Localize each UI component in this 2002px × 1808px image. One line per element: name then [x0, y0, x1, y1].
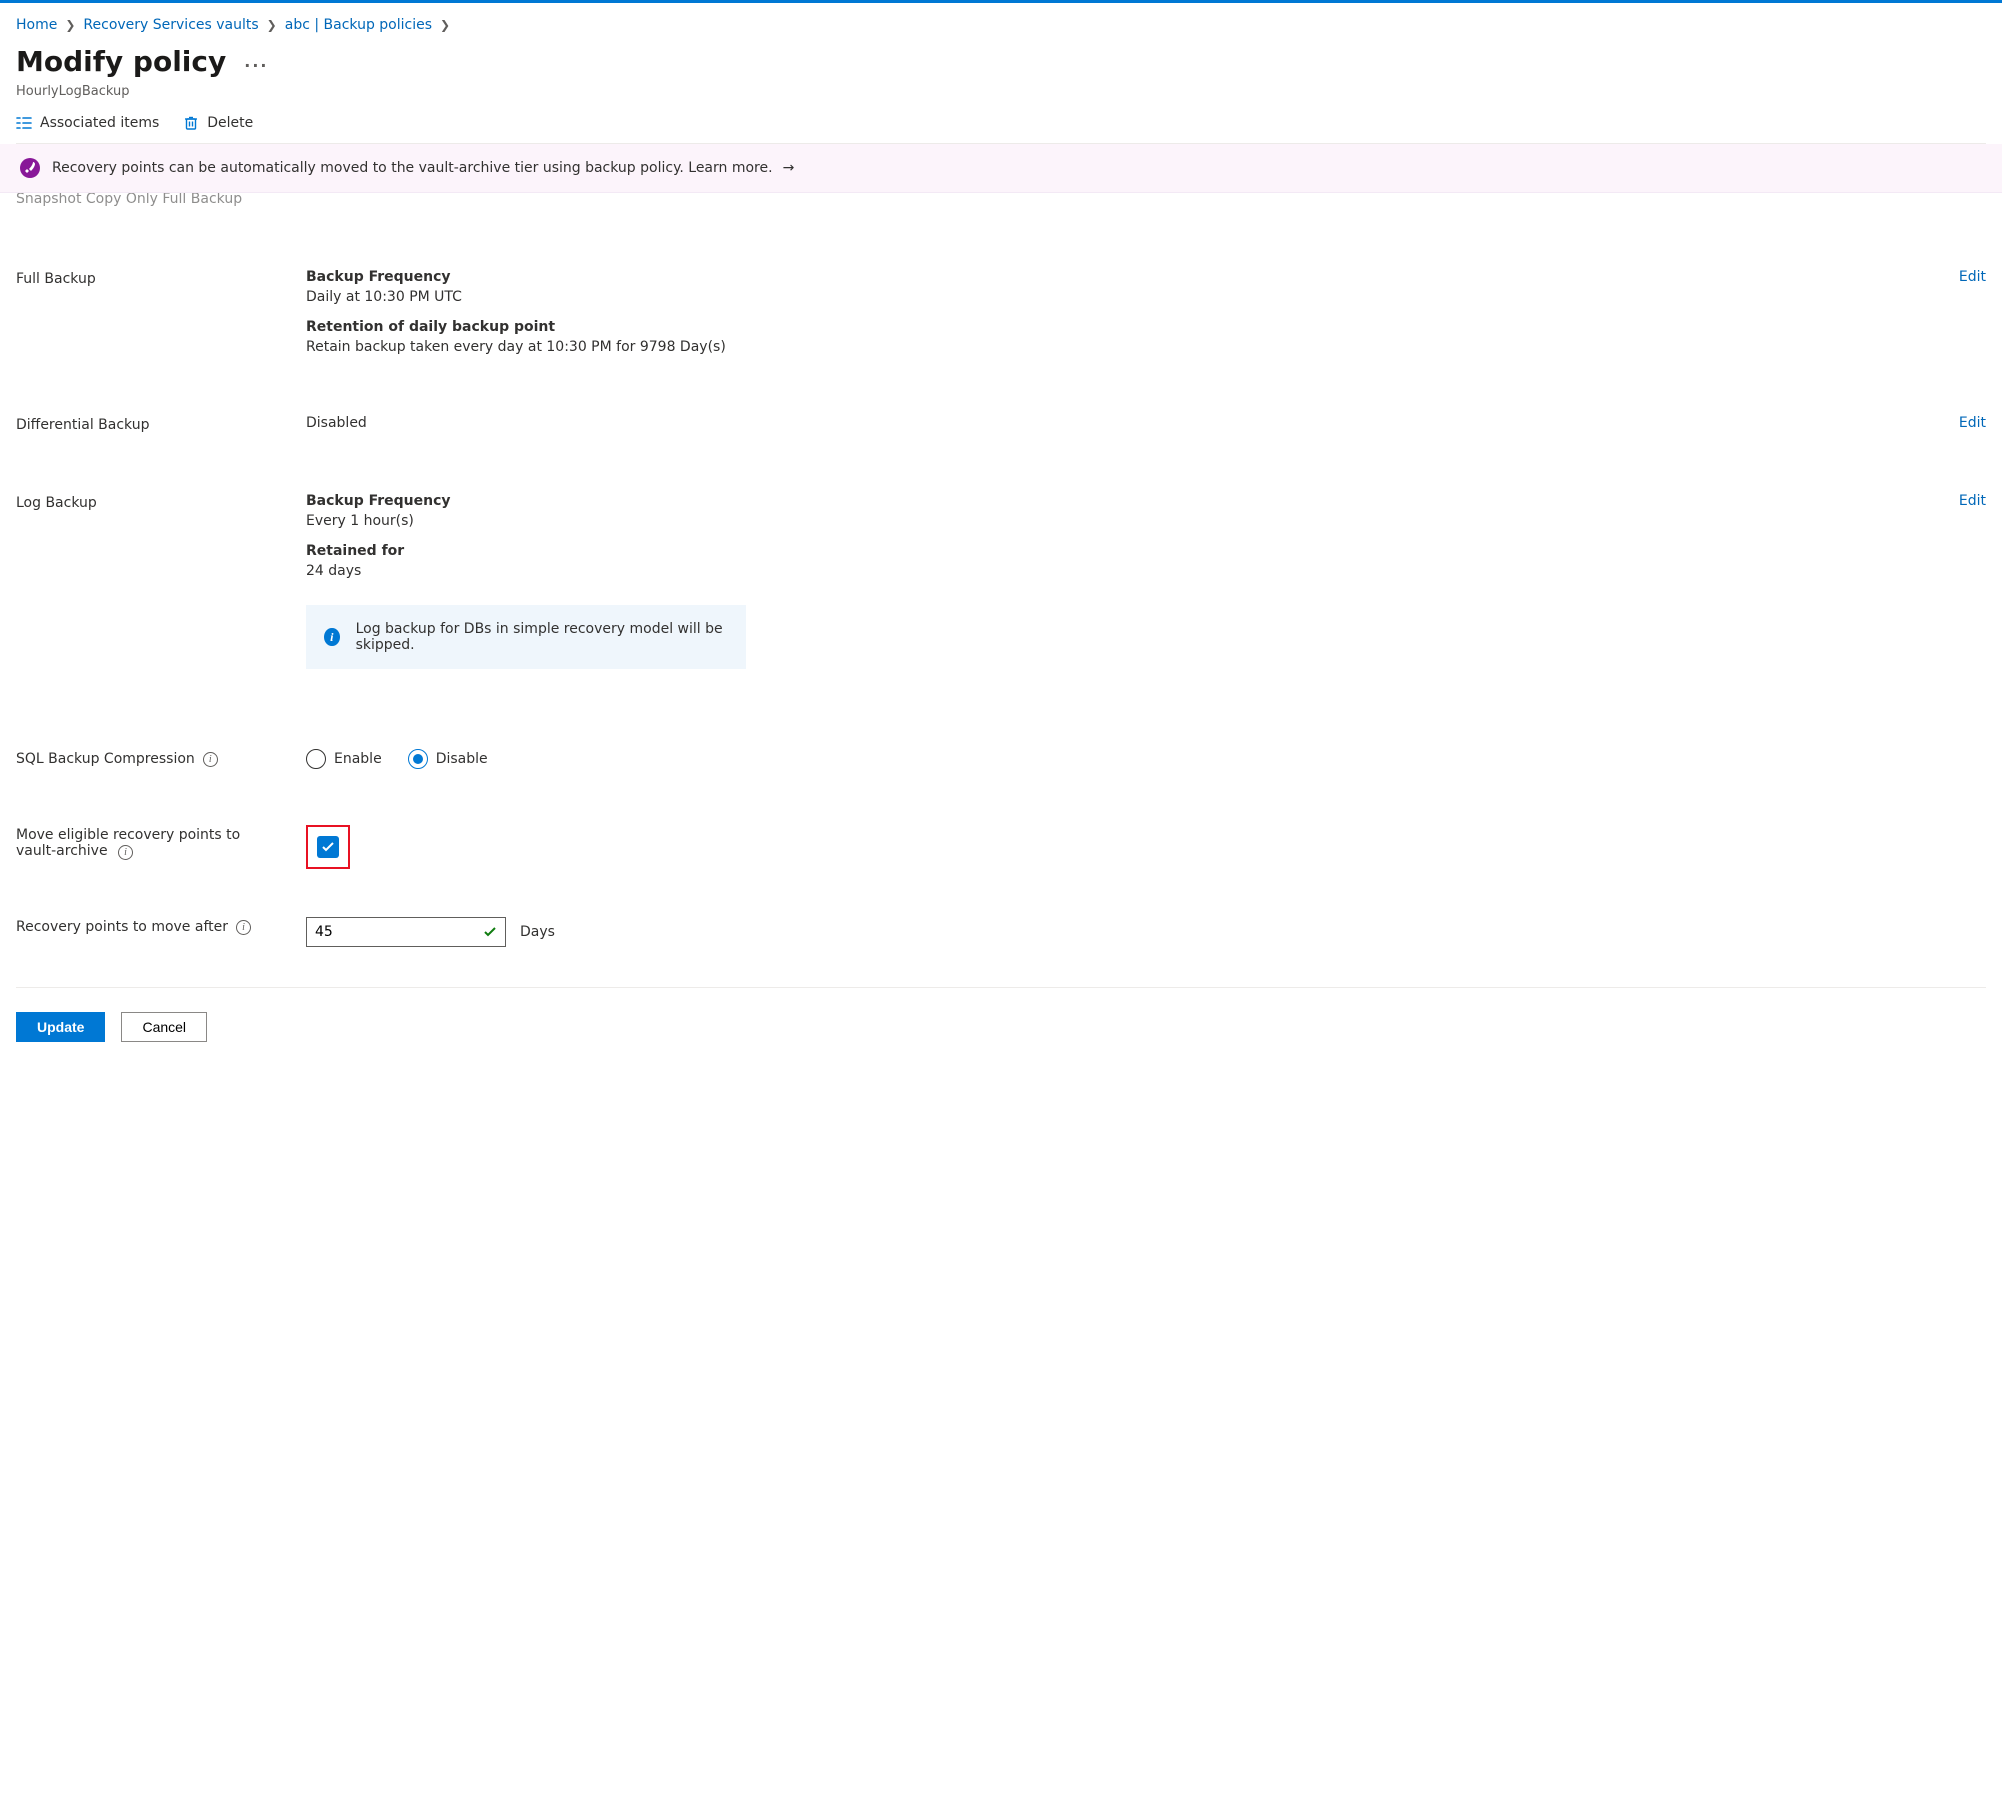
check-icon — [483, 925, 497, 939]
toolbar: Associated items Delete — [16, 99, 1986, 144]
move-after-input-wrapper — [306, 917, 506, 947]
arrow-right-icon: → — [783, 160, 795, 176]
log-frequency-value: Every 1 hour(s) — [306, 513, 1926, 529]
compression-row: SQL Backup Compression i Enable Disable — [16, 669, 1986, 769]
full-retention-key: Retention of daily backup point — [306, 319, 1926, 335]
log-retained-value: 24 days — [306, 563, 1926, 579]
full-backup-row: Full Backup Backup Frequency Daily at 10… — [16, 209, 1986, 355]
disable-label: Disable — [436, 751, 488, 767]
delete-label: Delete — [207, 115, 253, 131]
info-icon[interactable]: i — [118, 845, 133, 860]
breadcrumb-home[interactable]: Home — [16, 17, 57, 33]
vault-archive-row: Move eligible recovery points to vault-a… — [16, 769, 1986, 869]
log-backup-info-box: i Log backup for DBs in simple recovery … — [306, 605, 746, 669]
banner-text: Recovery points can be automatically mov… — [52, 160, 794, 176]
associated-items-label: Associated items — [40, 115, 159, 131]
full-retention-value: Retain backup taken every day at 10:30 P… — [306, 339, 1926, 355]
breadcrumb-policies[interactable]: abc | Backup policies — [285, 17, 432, 33]
differential-status: Disabled — [306, 415, 367, 431]
full-frequency-key: Backup Frequency — [306, 269, 1926, 285]
differential-backup-row: Differential Backup Disabled Edit — [16, 355, 1986, 433]
breadcrumb-vaults[interactable]: Recovery Services vaults — [83, 17, 258, 33]
footer-actions: Update Cancel — [16, 987, 1986, 1042]
edit-log-backup[interactable]: Edit — [1959, 493, 1986, 509]
log-backup-label: Log Backup — [16, 493, 306, 511]
compression-radio-group: Enable Disable — [306, 749, 1926, 769]
list-icon — [16, 116, 32, 130]
breadcrumb: Home ❯ Recovery Services vaults ❯ abc | … — [16, 3, 1986, 37]
full-backup-label: Full Backup — [16, 269, 306, 287]
compression-label: SQL Backup Compression i — [16, 749, 306, 767]
chevron-right-icon: ❯ — [440, 18, 450, 32]
move-after-label: Recovery points to move after i — [16, 917, 306, 935]
chevron-right-icon: ❯ — [65, 18, 75, 32]
move-after-input[interactable] — [315, 924, 455, 940]
vault-archive-label: Move eligible recovery points to vault-a… — [16, 825, 306, 860]
enable-label: Enable — [334, 751, 382, 767]
log-backup-row: Log Backup Backup Frequency Every 1 hour… — [16, 433, 1986, 669]
snapshot-copy-row-cropped: Snapshot Copy Only Full Backup — [16, 193, 1986, 209]
snapshot-copy-label: Snapshot Copy Only Full Backup — [16, 193, 242, 207]
move-after-unit: Days — [520, 924, 555, 940]
policy-name-subtitle: HourlyLogBackup — [16, 84, 1986, 99]
move-after-row: Recovery points to move after i Days — [16, 869, 1986, 947]
log-backup-info-text: Log backup for DBs in simple recovery mo… — [356, 621, 728, 653]
differential-backup-label: Differential Backup — [16, 415, 306, 433]
full-frequency-value: Daily at 10:30 PM UTC — [306, 289, 1926, 305]
log-retained-key: Retained for — [306, 543, 1926, 559]
page-title: Modify policy — [16, 45, 226, 78]
info-icon[interactable]: i — [236, 920, 251, 935]
cancel-button[interactable]: Cancel — [121, 1012, 207, 1042]
delete-button[interactable]: Delete — [183, 115, 253, 131]
info-icon[interactable]: i — [203, 752, 218, 767]
page-container: Home ❯ Recovery Services vaults ❯ abc | … — [0, 3, 2002, 1066]
update-button[interactable]: Update — [16, 1012, 105, 1042]
chevron-right-icon: ❯ — [267, 18, 277, 32]
vault-archive-checkbox[interactable] — [317, 836, 339, 858]
info-icon: i — [324, 628, 340, 646]
log-frequency-key: Backup Frequency — [306, 493, 1926, 509]
rocket-icon — [20, 158, 40, 178]
trash-icon — [183, 115, 199, 131]
associated-items-button[interactable]: Associated items — [16, 115, 159, 131]
compression-enable-radio[interactable]: Enable — [306, 749, 382, 769]
more-actions-icon[interactable]: ··· — [244, 56, 268, 75]
edit-full-backup[interactable]: Edit — [1959, 269, 1986, 285]
title-row: Modify policy ··· — [16, 37, 1986, 78]
edit-differential-backup[interactable]: Edit — [1959, 415, 1986, 431]
compression-disable-radio[interactable]: Disable — [408, 749, 488, 769]
archive-tier-banner[interactable]: Recovery points can be automatically mov… — [0, 144, 2002, 193]
vault-archive-checkbox-highlight — [306, 825, 350, 869]
content-area: Snapshot Copy Only Full Backup Full Back… — [16, 193, 1986, 1042]
